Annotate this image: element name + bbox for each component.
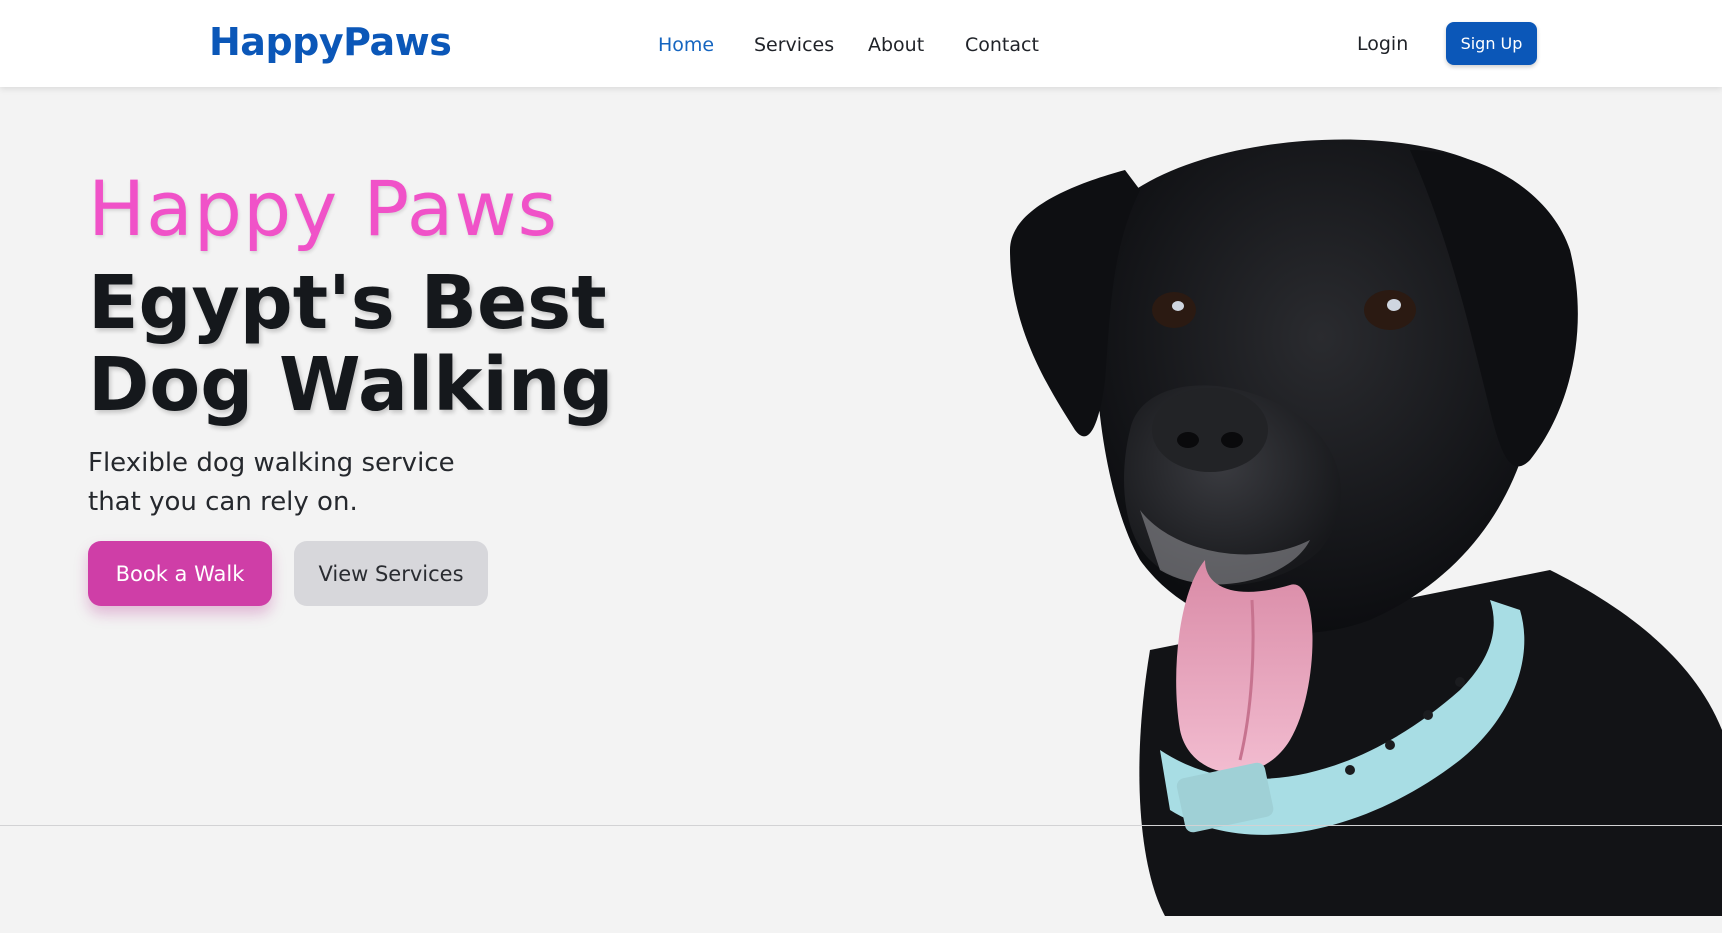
nav-link-about[interactable]: About	[868, 34, 924, 56]
hero-subtitle-line-2: that you can rely on.	[88, 487, 358, 517]
hero-dog-image	[990, 130, 1722, 916]
hero-title-line-1: Egypt's Best	[88, 260, 607, 346]
site-header: HappyPaws Home Services About Contact Lo…	[0, 0, 1722, 87]
hero-title-line-2: Dog Walking	[88, 342, 614, 428]
dog-illustration	[1010, 139, 1722, 916]
hero-subtitle: Flexible dog walking service that you ca…	[88, 444, 455, 522]
login-link[interactable]: Login	[1357, 33, 1408, 55]
hero-brand-heading: Happy Paws	[88, 164, 559, 253]
section-divider	[0, 825, 1722, 826]
hero-title: Egypt's Best Dog Walking	[88, 262, 614, 426]
nav-link-contact[interactable]: Contact	[965, 34, 1039, 56]
nav-link-home[interactable]: Home	[658, 34, 714, 56]
view-services-button[interactable]: View Services	[294, 541, 488, 606]
site-logo[interactable]: HappyPaws	[209, 20, 452, 64]
nav-link-services[interactable]: Services	[754, 34, 834, 56]
hero-subtitle-line-1: Flexible dog walking service	[88, 448, 455, 478]
book-a-walk-button[interactable]: Book a Walk	[88, 541, 272, 606]
sign-up-button[interactable]: Sign Up	[1446, 22, 1537, 65]
